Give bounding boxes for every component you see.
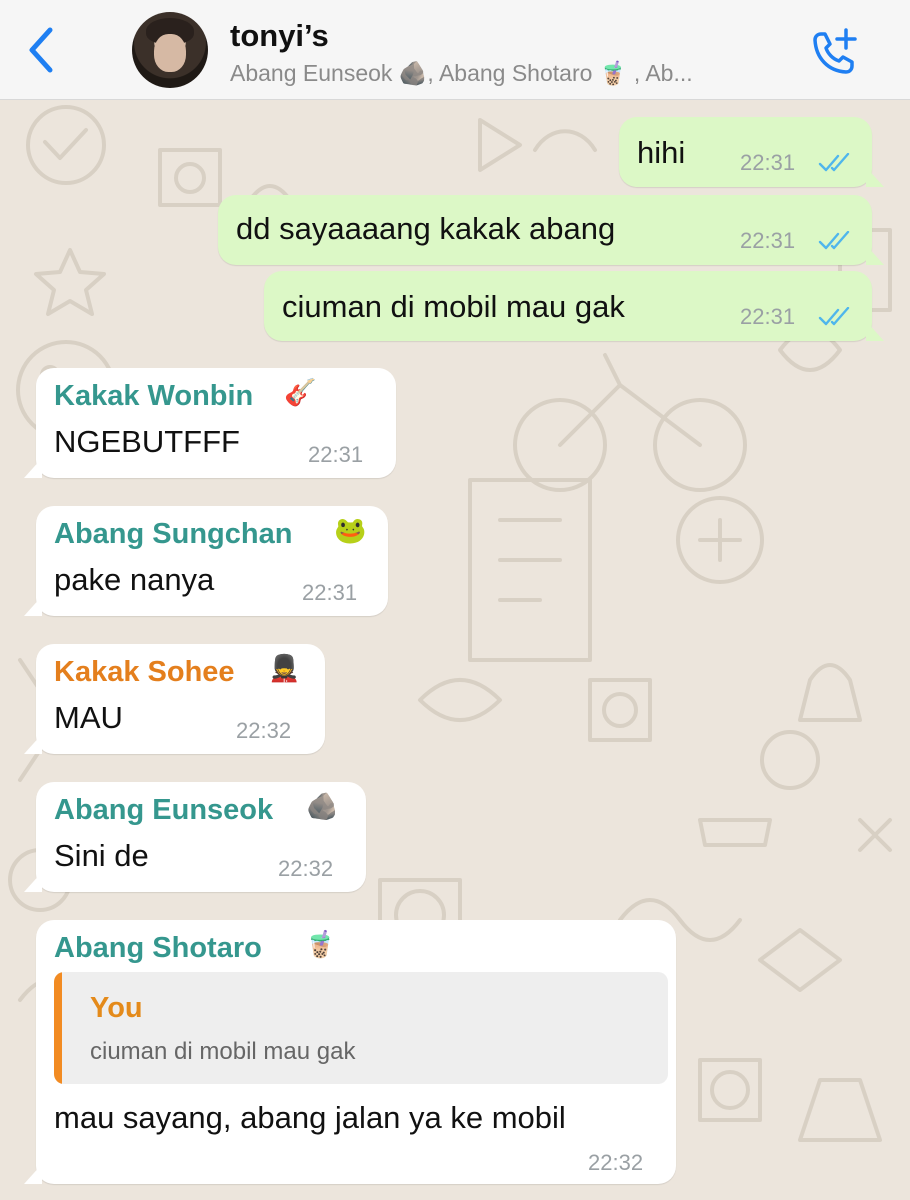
message-text: MAU [54,700,123,735]
chat-participants[interactable]: Abang Eunseok 🪨, Abang Shotaro 🧋 , Ab... [230,60,693,87]
back-button[interactable] [22,24,62,76]
message-text: ciuman di mobil mau gak [282,289,625,324]
sender-emoji: 🪨 [306,792,339,822]
chat-area[interactable]: hihi 22:31 dd sayaaaang kakak abang 22:3… [0,100,910,1200]
message-text: NGEBUTFFF [54,424,240,459]
sender-emoji: 🧋 [304,930,337,960]
chat-header: tonyi’s Abang Eunseok 🪨, Abang Shotaro 🧋… [0,0,910,100]
message-text: mau sayang, abang jalan ya ke mobil [54,1100,566,1135]
message-time: 22:32 [588,1150,644,1175]
quote-accent-bar [54,972,62,1084]
sender-name[interactable]: Abang Sungchan [54,518,292,551]
sender-name[interactable]: Kakak Wonbin [54,380,253,413]
quote-text: ciuman di mobil mau gak [90,1038,356,1065]
message-time: 22:31 [740,228,796,253]
bubble-tail [24,872,42,892]
double-check-icon [818,231,850,250]
message-time: 22:32 [236,718,292,743]
bubble-tail [24,596,42,616]
message-time: 22:32 [278,856,334,881]
outgoing-message-bubble[interactable]: ciuman di mobil mau gak 22:31 [264,271,884,341]
sender-name[interactable]: Kakak Sohee [54,656,235,689]
incoming-message-bubble[interactable]: Abang Eunseok 🪨 Sini de 22:32 [24,782,366,892]
bubble-tail [866,167,884,187]
sender-name[interactable]: Abang Shotaro [54,932,262,965]
outgoing-message-bubble[interactable]: dd sayaaaang kakak abang 22:31 [218,195,884,265]
double-check-icon [818,307,850,326]
sender-name[interactable]: Abang Eunseok [54,794,273,827]
bubble-tail [866,321,884,341]
quote-author: You [90,992,143,1024]
bubble-tail [24,1164,42,1184]
incoming-reply-bubble[interactable]: Abang Shotaro 🧋 You ciuman di mobil mau … [24,920,676,1184]
message-time: 22:31 [740,304,796,329]
double-check-icon [818,153,850,172]
bubble-tail [24,458,42,478]
message-text: hihi [637,135,686,170]
message-time: 22:31 [302,580,358,605]
bubble-tail [24,734,42,754]
message-text: pake nanya [54,562,215,597]
outgoing-message-bubble[interactable]: hihi 22:31 [619,117,884,187]
bubble-tail [866,245,884,265]
sender-emoji: 🐸 [334,516,367,546]
sender-emoji: 💂 [268,654,301,684]
chat-title[interactable]: tonyi’s [230,18,329,54]
message-time: 22:31 [740,150,796,175]
incoming-message-bubble[interactable]: Kakak Wonbin 🎸 NGEBUTFFF 22:31 [24,368,396,478]
message-text: Sini de [54,838,149,873]
quoted-message[interactable]: You ciuman di mobil mau gak [54,972,668,1084]
incoming-message-bubble[interactable]: Abang Sungchan 🐸 pake nanya 22:31 [24,506,388,616]
group-avatar[interactable] [132,12,208,88]
sender-emoji: 🎸 [284,378,317,408]
add-call-icon[interactable] [806,26,862,76]
message-text: dd sayaaaang kakak abang [236,211,616,246]
message-time: 22:31 [308,442,364,467]
incoming-message-bubble[interactable]: Kakak Sohee 💂 MAU 22:32 [24,644,325,754]
avatar-face [154,34,186,72]
